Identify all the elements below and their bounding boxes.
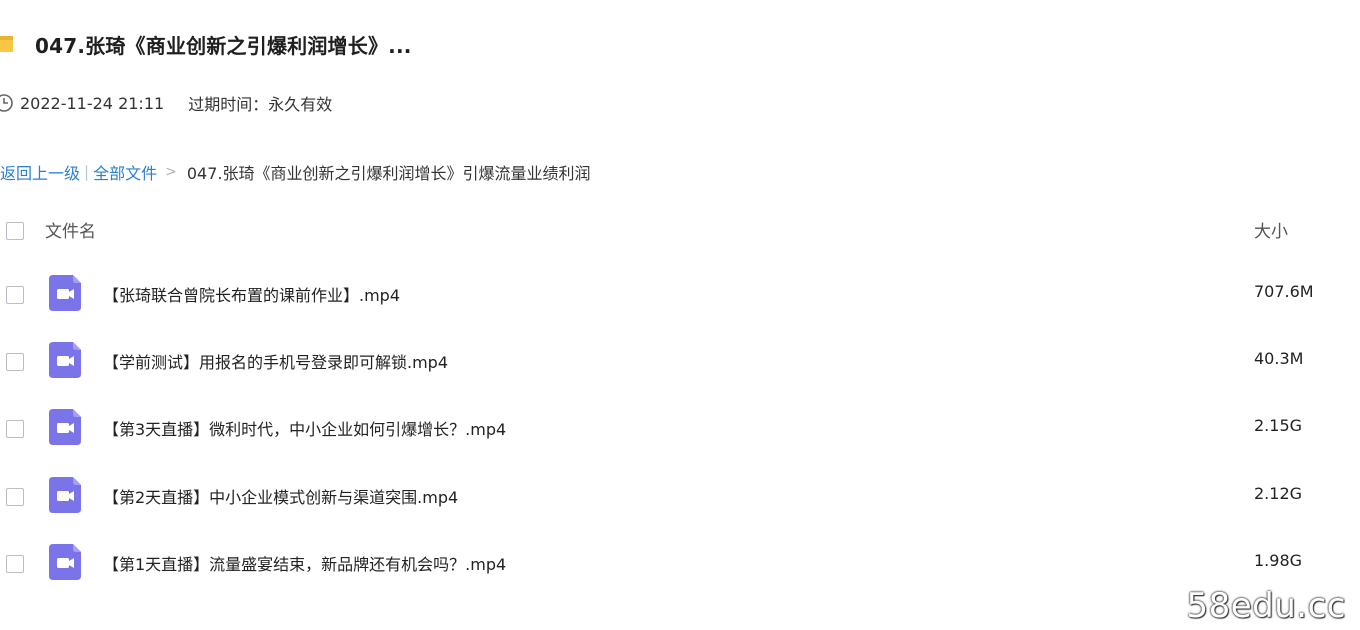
watermark: 58edu.cc <box>1186 586 1346 626</box>
clock-icon <box>0 92 14 114</box>
file-size: 2.12G <box>1254 484 1303 503</box>
row-checkbox[interactable] <box>6 353 24 371</box>
video-file-icon <box>49 275 81 311</box>
file-name[interactable]: 【第2天直播】中小企业模式创新与渠道突围.mp4 <box>103 484 458 508</box>
share-expiry: 过期时间：永久有效 <box>188 95 333 114</box>
video-file-icon <box>49 477 81 513</box>
table-header: 文件名 大小 <box>0 214 1360 246</box>
row-checkbox[interactable] <box>6 555 24 573</box>
table-row[interactable]: 【第1天直播】流量盛宴结束，新品牌还有机会吗？.mp4 1.98G <box>0 540 1360 607</box>
back-link[interactable]: 返回上一级 <box>0 160 80 184</box>
table-row[interactable]: 【第2天直播】中小企业模式创新与渠道突围.mp4 2.12G <box>0 473 1360 540</box>
folder-icon <box>0 33 13 55</box>
row-checkbox[interactable] <box>6 488 24 506</box>
column-header-size[interactable]: 大小 <box>1254 217 1288 242</box>
file-name[interactable]: 【第1天直播】流量盛宴结束，新品牌还有机会吗？.mp4 <box>103 551 506 575</box>
video-file-icon <box>49 409 81 445</box>
file-name[interactable]: 【张琦联合曾院长布置的课前作业】.mp4 <box>103 282 400 306</box>
column-header-name[interactable]: 文件名 <box>45 217 96 242</box>
share-date: 2022-11-24 21:11 <box>20 93 165 113</box>
table-row[interactable]: 【第3天直播】微利时代，中小企业如何引爆增长？.mp4 2.15G <box>0 405 1360 472</box>
file-size: 707.6M <box>1254 282 1314 301</box>
table-row[interactable]: 【张琦联合曾院长布置的课前作业】.mp4 707.6M <box>0 271 1360 338</box>
all-files-link[interactable]: 全部文件 <box>93 160 157 184</box>
file-name[interactable]: 【第3天直播】微利时代，中小企业如何引爆增长？.mp4 <box>103 416 506 440</box>
row-checkbox[interactable] <box>6 420 24 438</box>
row-checkbox[interactable] <box>6 286 24 304</box>
video-file-icon <box>49 544 81 580</box>
share-title: 047.张琦《商业创新之引爆利润增长》... <box>35 33 412 58</box>
share-title-row: 047.张琦《商业创新之引爆利润增长》... <box>0 26 412 62</box>
file-size: 2.15G <box>1254 416 1303 435</box>
file-name[interactable]: 【学前测试】用报名的手机号登录即可解锁.mp4 <box>103 349 448 373</box>
table-row[interactable]: 【学前测试】用报名的手机号登录即可解锁.mp4 40.3M <box>0 338 1360 405</box>
video-file-icon <box>49 342 81 378</box>
breadcrumb-current: 047.张琦《商业创新之引爆利润增长》引爆流量业绩利润 <box>186 164 591 183</box>
share-page: 047.张琦《商业创新之引爆利润增长》... 2022-11-24 21:11 … <box>0 0 1360 630</box>
breadcrumb-arrow-icon: > <box>165 164 177 180</box>
breadcrumb-separator: | <box>84 163 90 181</box>
share-meta: 2022-11-24 21:11 过期时间：永久有效 <box>0 90 332 116</box>
breadcrumb: 返回上一级 | 全部文件 > 047.张琦《商业创新之引爆利润增长》引爆流量业绩… <box>0 159 590 185</box>
file-size: 1.98G <box>1254 551 1303 570</box>
select-all-checkbox[interactable] <box>6 222 24 240</box>
file-size: 40.3M <box>1254 349 1304 368</box>
